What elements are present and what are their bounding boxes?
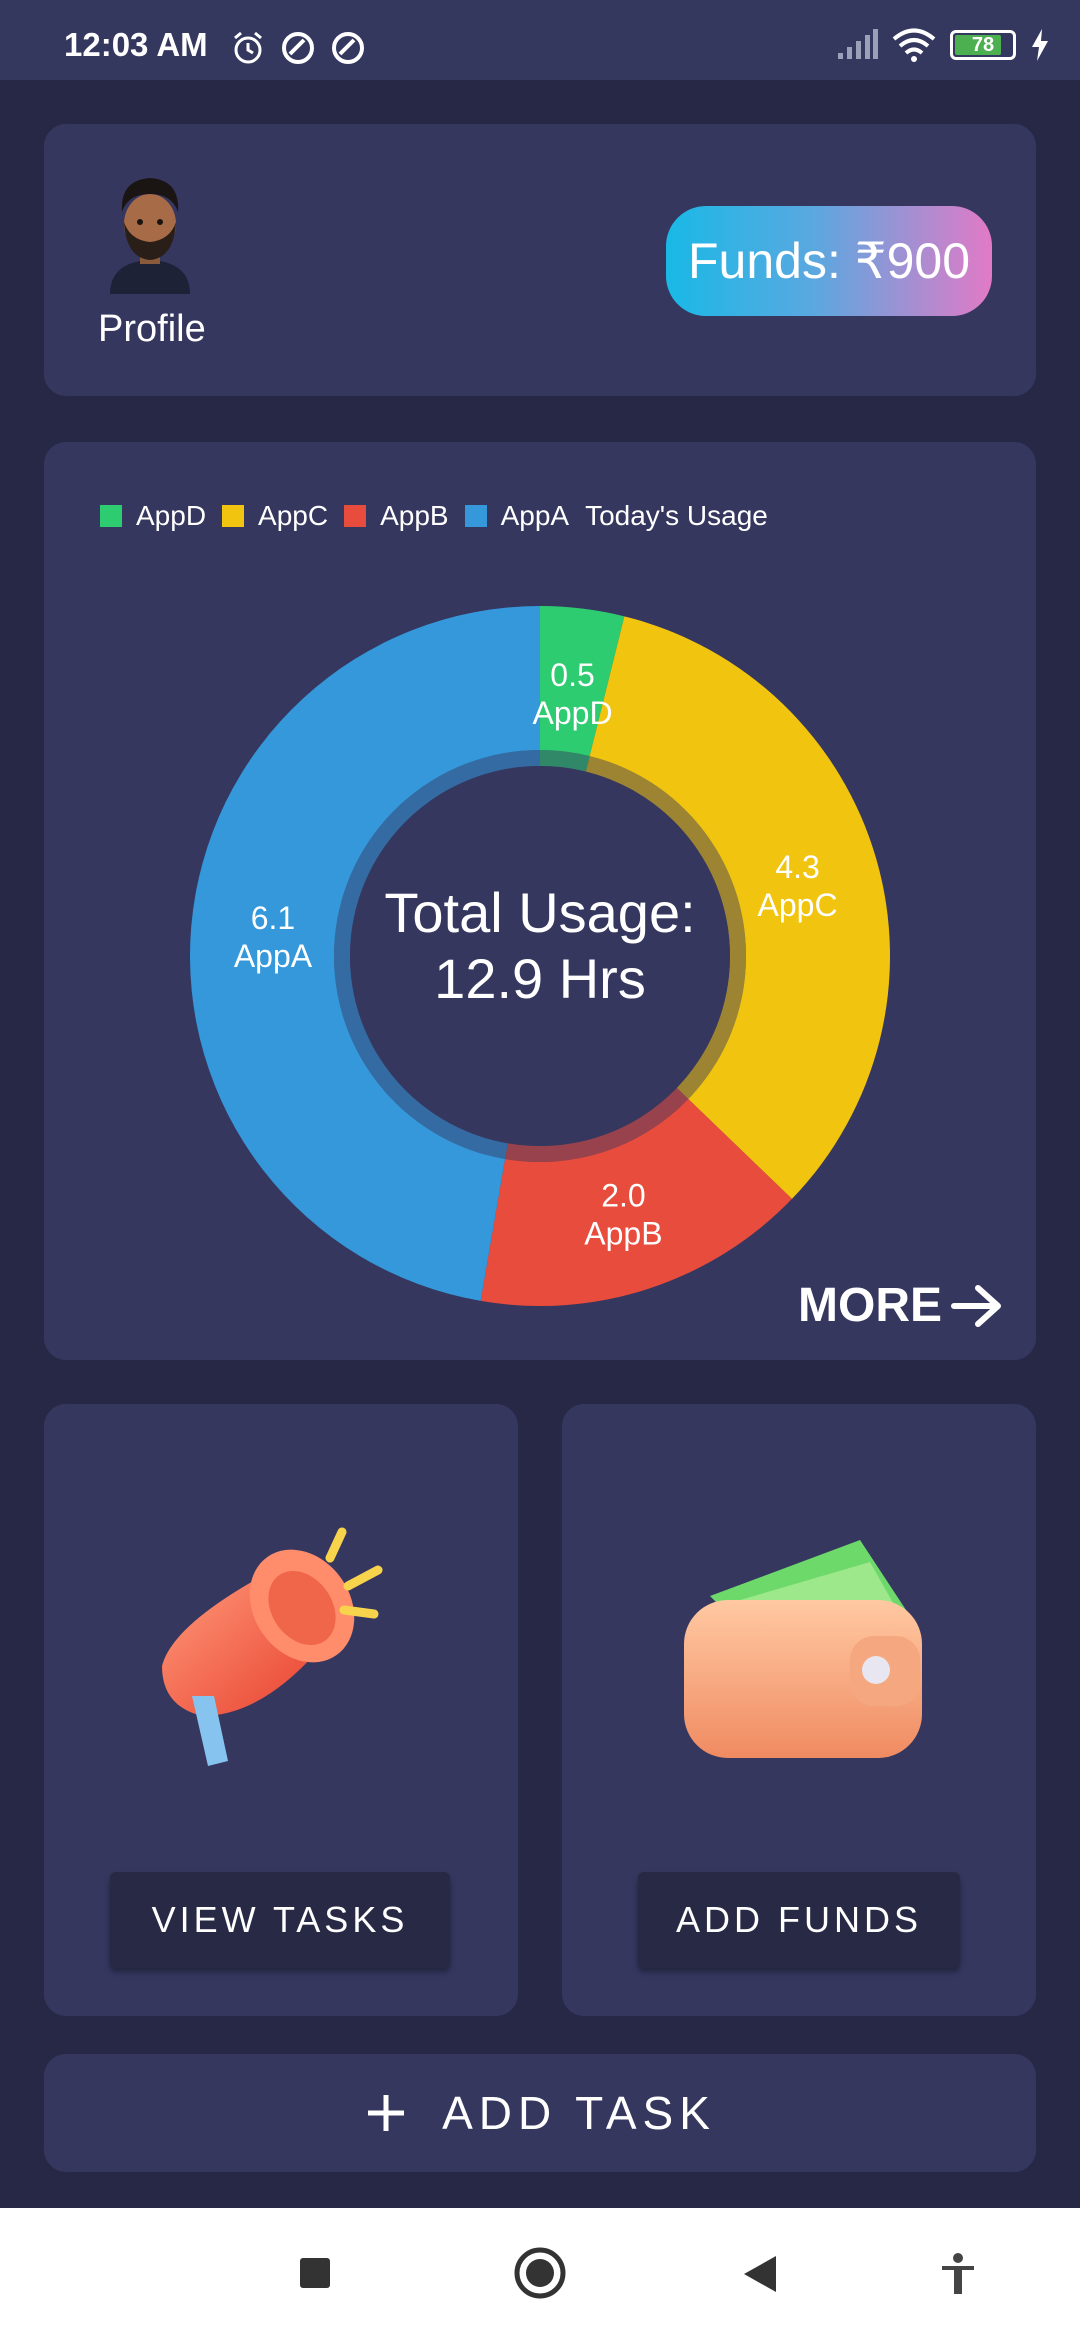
slice-name-label: AppB xyxy=(584,1216,662,1252)
megaphone-icon xyxy=(162,1527,383,1766)
wallet-icon xyxy=(684,1540,922,1758)
slice-name-label: AppD xyxy=(533,695,613,731)
battery-level: 78 xyxy=(971,34,995,56)
view-tasks-label: VIEW TASKS xyxy=(151,1899,409,1940)
usage-donut-chart[interactable]: 0.5AppD 4.3AppC 2.0AppB 6.1AppA Total Usage… xyxy=(44,442,1036,1360)
profile-card: Profile Funds: ₹900 xyxy=(44,124,1036,396)
slice-name-label: AppA xyxy=(234,938,313,974)
accessibility-icon[interactable] xyxy=(938,2252,978,2296)
profile-label[interactable]: Profile xyxy=(98,308,206,351)
funds-label: Funds: ₹900 xyxy=(688,233,970,289)
slice-name-label: AppC xyxy=(758,887,838,923)
view-tasks-card[interactable]: VIEW TASKS xyxy=(44,1404,518,2016)
add-funds-button[interactable]: ADD FUNDS xyxy=(638,1872,960,1968)
signal-icon xyxy=(838,29,878,59)
wifi-icon xyxy=(892,28,936,62)
add-funds-label: ADD FUNDS xyxy=(675,1899,922,1940)
center-total-value: 12.9 Hrs xyxy=(434,947,646,1010)
slice-value-label: 6.1 xyxy=(251,900,295,936)
add-funds-card[interactable]: ADD FUNDS xyxy=(562,1404,1036,2016)
usage-chart-card: AppD AppC AppB AppA Today's Usage 0.5 App… xyxy=(44,442,1036,1360)
center-total-label: Total Usage: xyxy=(384,881,695,944)
slice-value-label: 4.3 xyxy=(775,849,819,885)
battery-icon: 78 xyxy=(950,30,1016,60)
sync-icon xyxy=(282,32,314,64)
avatar[interactable] xyxy=(100,166,200,294)
view-tasks-button[interactable]: VIEW TASKS xyxy=(110,1872,450,1968)
plus-icon xyxy=(368,2095,405,2131)
sync-icon xyxy=(332,32,364,64)
slice-value-label: 2.0 xyxy=(601,1178,645,1214)
slice-value-label: 0.5 xyxy=(550,657,594,693)
recents-icon[interactable] xyxy=(298,2256,332,2290)
system-nav-bar xyxy=(0,2208,1080,2340)
more-label: MORE xyxy=(798,1279,942,1332)
more-link[interactable]: MORE xyxy=(798,1278,1004,1333)
add-task-button[interactable]: ADD TASK xyxy=(44,2054,1036,2172)
add-task-label: ADD TASK xyxy=(442,2087,716,2139)
status-time: 12:03 AM xyxy=(64,26,208,63)
alarm-icon xyxy=(234,31,262,64)
back-icon[interactable] xyxy=(742,2254,778,2294)
arrow-right-icon xyxy=(951,1284,1001,1327)
home-icon[interactable] xyxy=(513,2246,567,2300)
charging-icon xyxy=(1032,29,1048,61)
funds-badge[interactable]: Funds: ₹900 xyxy=(666,206,992,316)
status-bar: 12:03 AM 78 xyxy=(0,0,1080,80)
